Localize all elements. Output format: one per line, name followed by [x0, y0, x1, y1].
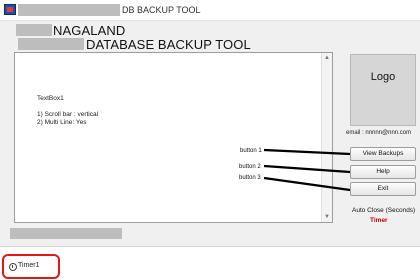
timer1-label: Timer1	[18, 262, 40, 269]
timer-value-label: Timer	[370, 217, 388, 224]
component-tray-timer1[interactable]: Timer1	[2, 254, 60, 279]
redacted-status-text	[10, 228, 122, 239]
callout-line-2	[263, 164, 351, 174]
main-form: DB BACKUP TOOL NAGALAND DATABASE BACKUP …	[0, 0, 420, 247]
callout-line-3	[263, 176, 351, 192]
timer-icon	[9, 263, 17, 271]
callout-line-1	[263, 148, 351, 156]
auto-close-label: Auto Close (Seconds)	[352, 207, 416, 214]
